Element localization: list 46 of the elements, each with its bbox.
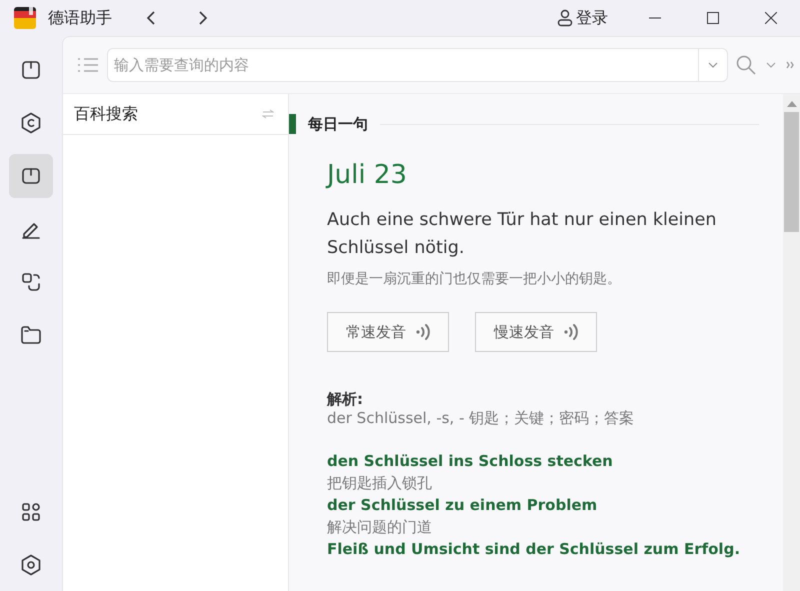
panel-title: 百科搜索 [74,104,138,124]
copyright-icon [19,111,43,135]
example-translation: 把钥匙插入锁孔 [327,473,433,494]
example-phrase: Fleiß und Umsicht sind der Schlüssel zum Erfolg. [327,539,742,560]
double-chevron-icon [786,61,794,69]
chinese-translation: 即便是一扇沉重的门也仅需要一把小小的钥匙。 [327,270,622,288]
play-audio-button[interactable]: 慢速发音 [475,312,597,352]
example-translation: 解决问题的门道 [327,517,433,538]
list-icon [77,56,99,74]
date-heading: Juli 23 [327,160,408,190]
settings-icon [19,553,43,577]
scrollbar-thumb[interactable] [784,112,799,232]
analysis-label: 解析: [327,390,364,409]
scrollbar[interactable] [783,94,800,591]
search-field[interactable]: 输入需要查询的内容 [107,48,698,82]
section-marker [289,114,296,134]
chevron-right-icon [198,11,208,25]
sound-icon [416,323,430,341]
section-title: 每日一句 [308,114,368,134]
play-audio-button[interactable]: 常速发音 [327,312,449,352]
chevron-left-icon [146,11,156,25]
more-button[interactable] [784,59,796,71]
maximize-icon [707,12,719,24]
chevron-down-icon [708,62,718,68]
folder-icon [19,323,43,347]
example-phrase: den Schlüssel ins Schloss stecken [327,451,614,472]
app-logo [14,7,36,29]
example-phrase: der Schlüssel zu einem Problem [327,495,598,516]
minimize-icon [649,17,661,19]
sidebar-button[interactable] [9,154,53,198]
swap-icon [262,109,274,119]
login-button[interactable]: 登录 [553,6,612,30]
scan-icon [19,270,43,294]
sound-icon [564,323,578,341]
search-button[interactable] [734,53,758,77]
analysis-text: der Schlüssel, -s, - 钥匙；关键；密码；答案 [327,409,636,428]
close-icon [765,12,777,24]
scroll-up-icon [786,100,796,108]
book-icon [19,58,43,82]
apps-icon [19,500,43,524]
window-title: 德语助手 [48,8,112,28]
german-sentence: Auch eine schwere Tür hat nur einen kleinen Schlüssel nötig. [327,209,718,260]
search-icon [736,55,756,75]
user-icon [557,9,573,27]
dropdown-button[interactable] [764,60,778,70]
chevron-down-icon [766,62,776,68]
